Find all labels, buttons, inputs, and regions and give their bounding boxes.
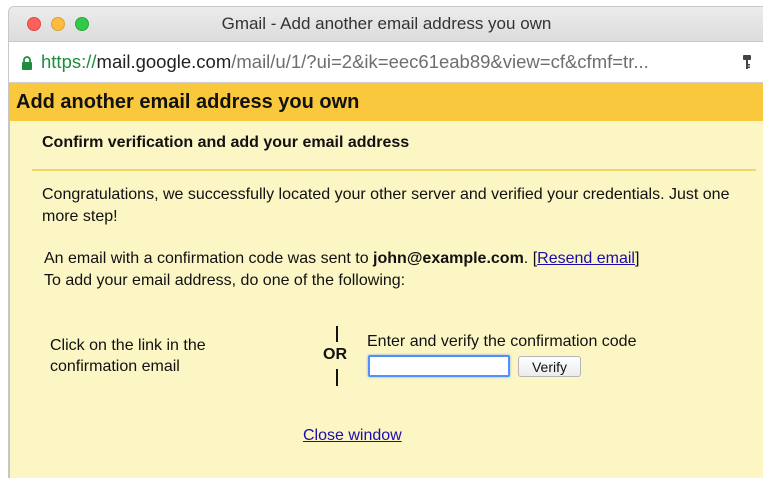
window-title: Gmail - Add another email address you ow… (221, 14, 552, 33)
url-host: mail.google.com (96, 51, 232, 72)
sent-end: ] (634, 250, 640, 267)
key-icon[interactable] (742, 54, 752, 70)
url-path: /mail/u/1/?ui=2&ik=eec61eab89&view=cf&cf… (231, 51, 649, 72)
dialog-header: Add another email address you own (10, 83, 763, 121)
option-code-text: Enter and verify the confirmation code (367, 333, 637, 350)
verify-button[interactable]: Verify (518, 356, 581, 377)
confirmation-code-input[interactable] (368, 355, 510, 377)
browser-window: Gmail - Add another email address you ow… (8, 6, 763, 478)
title-bar: Gmail - Add another email address you ow… (9, 7, 763, 42)
instructions-text: To add your email address, do one of the… (44, 272, 406, 289)
or-divider-top (336, 326, 338, 342)
congrats-message: Congratulations, we successfully located… (42, 186, 730, 225)
sent-suffix: . [ (523, 250, 538, 267)
url-text[interactable]: https://mail.google.com/mail/u/1/?ui=2&i… (41, 42, 649, 82)
url-scheme: https:// (41, 51, 97, 72)
or-label: OR (323, 346, 347, 363)
close-window-link[interactable]: Close window (303, 427, 402, 445)
section-subtitle: Confirm verification and add your email … (42, 134, 410, 151)
lock-icon (22, 56, 32, 70)
option-click-link-text: Click on the link in the confirmation em… (50, 337, 206, 375)
confirmation-sent-message: An email with a confirmation code was se… (44, 248, 759, 270)
section-divider (32, 169, 756, 171)
address-bar[interactable]: https://mail.google.com/mail/u/1/?ui=2&i… (9, 42, 763, 83)
dialog-content: Add another email address you own Confir… (9, 83, 763, 478)
or-divider-bottom (336, 369, 338, 386)
resend-email-link[interactable]: Resend email (537, 250, 635, 267)
email-address: john@example.com (373, 250, 524, 267)
sent-prefix: An email with a confirmation code was se… (44, 250, 374, 267)
page-title: Add another email address you own (16, 91, 360, 113)
